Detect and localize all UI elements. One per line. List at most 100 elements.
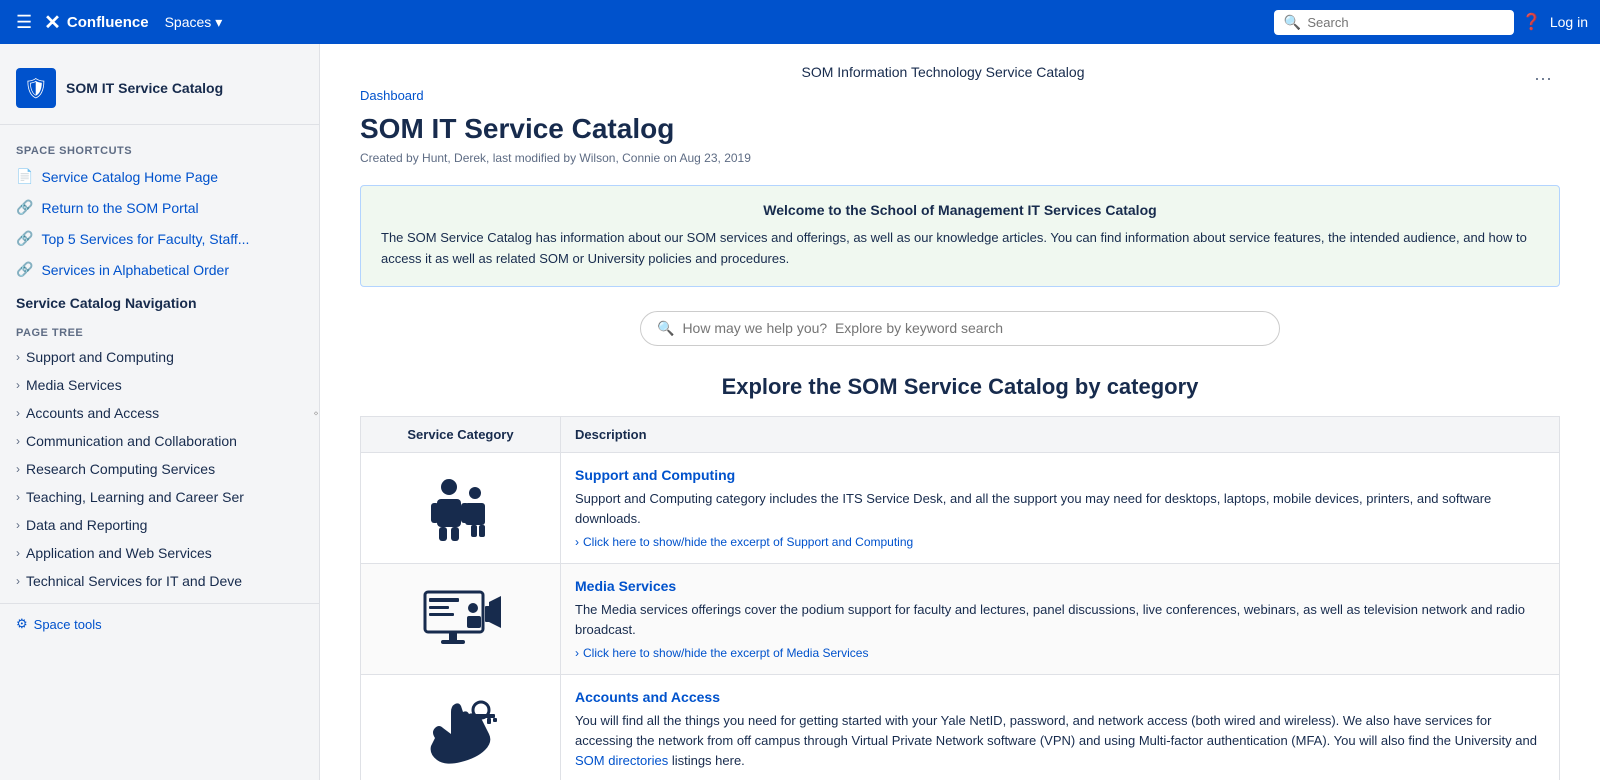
- explore-title: Explore the SOM Service Catalog by categ…: [360, 374, 1560, 400]
- keyword-search-bar[interactable]: 🔍: [640, 311, 1280, 346]
- sidebar-space-header: 🛡 SOM IT Service Catalog: [0, 60, 319, 125]
- page-title: SOM IT Service Catalog: [360, 113, 1526, 145]
- accounts-access-desc: You will find all the things you need fo…: [575, 711, 1545, 771]
- global-search-bar[interactable]: 🔍: [1274, 10, 1514, 35]
- tree-item-support-computing[interactable]: › Support and Computing: [0, 343, 319, 371]
- expand-label: Click here to show/hide the excerpt of S…: [583, 535, 913, 549]
- table-row: Support and Computing Support and Comput…: [361, 452, 1560, 563]
- spaces-chevron-icon: ▾: [215, 14, 222, 31]
- welcome-box: Welcome to the School of Management IT S…: [360, 185, 1560, 287]
- welcome-heading: Welcome to the School of Management IT S…: [381, 202, 1539, 218]
- help-icon[interactable]: ❓: [1522, 12, 1542, 32]
- sidebar-item-label: Service Catalog Home Page: [41, 169, 218, 185]
- space-name: SOM IT Service Catalog: [66, 80, 223, 96]
- tree-item-accounts-access[interactable]: › Accounts and Access: [0, 399, 319, 427]
- shortcuts-section-title: SPACE SHORTCUTS: [0, 137, 319, 161]
- chevron-right-icon: ›: [16, 546, 20, 560]
- nav-icons-group: ❓: [1522, 12, 1542, 32]
- category-desc-cell: Media Services The Media services offeri…: [561, 563, 1560, 674]
- more-options-button[interactable]: ···: [1526, 64, 1560, 93]
- tree-item-label: Research Computing Services: [26, 461, 215, 477]
- space-shield-icon: 🛡: [16, 68, 56, 108]
- table-row: Media Services The Media services offeri…: [361, 563, 1560, 674]
- top-navigation: ☰ ✕ Confluence Spaces ▾ 🔍 ❓ Log in: [0, 0, 1600, 44]
- login-button[interactable]: Log in: [1550, 14, 1588, 30]
- tree-item-technical-services[interactable]: › Technical Services for IT and Deve: [0, 567, 319, 595]
- accounts-access-icon: [421, 698, 501, 768]
- chevron-right-icon: ›: [575, 535, 579, 549]
- tree-item-label: Data and Reporting: [26, 517, 147, 533]
- category-icon-cell: [361, 452, 561, 563]
- sidebar-item-return-som-portal[interactable]: 🔗 Return to the SOM Portal: [0, 192, 319, 223]
- chevron-right-icon: ›: [16, 490, 20, 504]
- support-computing-icon: [421, 473, 501, 543]
- breadcrumb[interactable]: Dashboard: [360, 88, 1526, 103]
- catalog-table: Service Category Description: [360, 416, 1560, 780]
- global-search-input[interactable]: [1307, 15, 1504, 30]
- confluence-logo[interactable]: ✕ Confluence: [44, 10, 148, 35]
- space-tools-link[interactable]: ⚙ Space tools: [0, 603, 319, 644]
- tree-item-label: Support and Computing: [26, 349, 174, 365]
- expand-label: Click here to show/hide the excerpt of M…: [583, 646, 868, 660]
- spaces-label: Spaces: [165, 14, 212, 30]
- page-icon: 📄: [16, 168, 33, 185]
- tree-item-teaching-learning[interactable]: › Teaching, Learning and Career Ser: [0, 483, 319, 511]
- tree-item-application-web[interactable]: › Application and Web Services: [0, 539, 319, 567]
- chevron-right-icon: ›: [16, 462, 20, 476]
- support-computing-link[interactable]: Support and Computing: [575, 467, 1545, 483]
- sidebar-item-alphabetical[interactable]: 🔗 Services in Alphabetical Order: [0, 254, 319, 285]
- media-services-expand[interactable]: › Click here to show/hide the excerpt of…: [575, 646, 1545, 660]
- tree-item-data-reporting[interactable]: › Data and Reporting: [0, 511, 319, 539]
- chevron-right-icon: ›: [16, 434, 20, 448]
- welcome-body: The SOM Service Catalog has information …: [381, 228, 1539, 270]
- tree-item-label: Application and Web Services: [26, 545, 212, 561]
- sidebar-item-label: Services in Alphabetical Order: [41, 262, 229, 278]
- sidebar-item-label: Return to the SOM Portal: [41, 200, 198, 216]
- sidebar-nav-title: Service Catalog Navigation: [0, 285, 319, 317]
- som-directories-link[interactable]: SOM directories: [575, 753, 668, 768]
- col-service-category: Service Category: [361, 416, 561, 452]
- app-name: Confluence: [67, 14, 149, 31]
- keyword-search-section: 🔍: [360, 311, 1560, 346]
- tree-item-label: Teaching, Learning and Career Ser: [26, 489, 244, 505]
- main-layout: 🛡 SOM IT Service Catalog SPACE SHORTCUTS…: [0, 44, 1600, 780]
- tree-item-label: Communication and Collaboration: [26, 433, 237, 449]
- sidebar-item-top5-services[interactable]: 🔗 Top 5 Services for Faculty, Staff...: [0, 223, 319, 254]
- tree-item-media-services[interactable]: › Media Services: [0, 371, 319, 399]
- chevron-right-icon: ›: [575, 646, 579, 660]
- page-tree-title: PAGE TREE: [0, 317, 319, 343]
- search-icon: 🔍: [657, 320, 674, 337]
- media-services-desc: The Media services offerings cover the p…: [575, 600, 1545, 640]
- main-content: SOM Information Technology Service Catal…: [320, 44, 1600, 780]
- gear-icon: ⚙: [16, 616, 28, 632]
- confluence-icon: ✕: [44, 10, 61, 35]
- chevron-right-icon: ›: [16, 574, 20, 588]
- keyword-search-input[interactable]: [682, 320, 1263, 336]
- search-icon: 🔍: [1284, 14, 1301, 31]
- category-icon-cell: [361, 675, 561, 780]
- tree-item-communication[interactable]: › Communication and Collaboration: [0, 427, 319, 455]
- link-icon: 🔗: [16, 230, 33, 247]
- category-icon-cell: [361, 563, 561, 674]
- table-row: Accounts and Access You will find all th…: [361, 675, 1560, 780]
- link-icon: 🔗: [16, 261, 33, 278]
- spaces-dropdown-button[interactable]: Spaces ▾: [157, 10, 231, 35]
- accounts-access-link[interactable]: Accounts and Access: [575, 689, 1545, 705]
- page-header: SOM Information Technology Service Catal…: [360, 64, 1526, 80]
- media-services-link[interactable]: Media Services: [575, 578, 1545, 594]
- link-icon: 🔗: [16, 199, 33, 216]
- chevron-right-icon: ›: [16, 378, 20, 392]
- category-desc-cell: Support and Computing Support and Comput…: [561, 452, 1560, 563]
- chevron-right-icon: ›: [16, 406, 20, 420]
- tree-item-research-computing[interactable]: › Research Computing Services: [0, 455, 319, 483]
- sidebar-resizer[interactable]: [313, 44, 319, 780]
- tree-item-label: Media Services: [26, 377, 122, 393]
- sidebar-item-service-catalog-home[interactable]: 📄 Service Catalog Home Page: [0, 161, 319, 192]
- page-meta: Created by Hunt, Derek, last modified by…: [360, 151, 1526, 165]
- sidebar: 🛡 SOM IT Service Catalog SPACE SHORTCUTS…: [0, 44, 320, 780]
- category-desc-cell: Accounts and Access You will find all th…: [561, 675, 1560, 780]
- support-computing-expand[interactable]: › Click here to show/hide the excerpt of…: [575, 535, 1545, 549]
- tree-item-label: Accounts and Access: [26, 405, 159, 421]
- hamburger-menu-icon[interactable]: ☰: [12, 8, 36, 37]
- space-tools-label: Space tools: [34, 617, 102, 632]
